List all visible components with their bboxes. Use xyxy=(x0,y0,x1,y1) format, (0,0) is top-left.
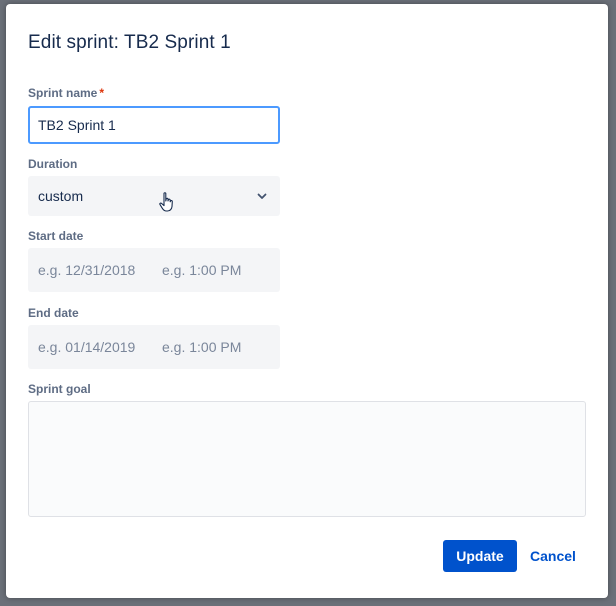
start-date-label: Start date xyxy=(28,229,84,243)
edit-sprint-dialog: Edit sprint: TB2 Sprint 1 Sprint name* D… xyxy=(6,4,608,598)
end-time-input[interactable]: e.g. 1:00 PM xyxy=(162,339,241,355)
sprint-name-input[interactable] xyxy=(28,106,280,144)
end-date-label: End date xyxy=(28,306,79,320)
end-date-field: e.g. 01/14/2019 e.g. 1:00 PM xyxy=(28,325,280,369)
chevron-down-icon xyxy=(257,193,267,199)
cancel-button[interactable]: Cancel xyxy=(523,540,583,572)
sprint-goal-textarea[interactable] xyxy=(28,401,586,517)
duration-select[interactable]: custom xyxy=(28,176,280,216)
hand-pointer-cursor-icon xyxy=(159,192,173,212)
start-date-input[interactable]: e.g. 12/31/2018 xyxy=(38,262,162,278)
start-time-input[interactable]: e.g. 1:00 PM xyxy=(162,262,241,278)
duration-label: Duration xyxy=(28,157,78,171)
required-marker: * xyxy=(99,86,105,100)
sprint-name-label-text: Sprint name xyxy=(28,86,98,100)
start-date-field: e.g. 12/31/2018 e.g. 1:00 PM xyxy=(28,248,280,292)
end-date-input[interactable]: e.g. 01/14/2019 xyxy=(38,339,162,355)
duration-selected-value: custom xyxy=(38,188,84,204)
update-button[interactable]: Update xyxy=(443,540,517,572)
sprint-name-label: Sprint name * xyxy=(28,86,104,100)
dialog-title: Edit sprint: TB2 Sprint 1 xyxy=(28,32,231,53)
sprint-goal-label: Sprint goal xyxy=(28,382,91,396)
